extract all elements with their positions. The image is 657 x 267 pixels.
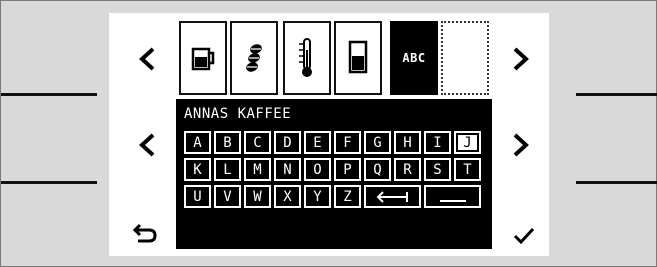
thermometer-icon (299, 38, 312, 77)
back-arrow-icon (132, 223, 157, 243)
key-f[interactable]: F (334, 131, 361, 154)
side-divider-right-top (576, 93, 657, 96)
key-h[interactable]: H (394, 131, 421, 154)
chevron-left-icon (139, 47, 155, 71)
key-p[interactable]: P (334, 158, 361, 181)
checkmark-icon (513, 227, 535, 245)
key-g[interactable]: G (364, 131, 391, 154)
key-u[interactable]: U (184, 185, 211, 208)
tab-fill-level[interactable] (334, 21, 382, 95)
key-enter[interactable] (364, 185, 421, 208)
key-next-button[interactable] (501, 125, 541, 165)
key-prev-button[interactable] (127, 125, 167, 165)
tab-text-entry[interactable]: ABC (390, 21, 438, 95)
key-e[interactable]: E (304, 131, 331, 154)
key-r[interactable]: R (394, 158, 421, 181)
beans-icon (246, 44, 262, 72)
key-a[interactable]: A (184, 131, 211, 154)
entry-text: ANNAS KAFFEE (184, 106, 292, 122)
key-j[interactable]: J (454, 131, 481, 154)
chevron-right-icon (513, 47, 529, 71)
fill-level-icon (348, 40, 368, 74)
confirm-button[interactable] (504, 215, 544, 255)
cup-icon (191, 47, 215, 71)
key-k[interactable]: K (184, 158, 211, 181)
key-z[interactable]: Z (334, 185, 361, 208)
side-divider-left-top (1, 93, 97, 96)
chevron-right-icon (513, 133, 529, 157)
tab-prev-button[interactable] (127, 39, 167, 79)
tab-beans[interactable] (230, 21, 278, 95)
keyboard-row-2: K L M N O P Q R S T (184, 158, 484, 181)
keyboard-display: ANNAS KAFFEE A B C D E F G H I J K L M N… (176, 99, 492, 249)
tab-cup[interactable] (179, 21, 227, 95)
key-space[interactable] (424, 185, 481, 208)
tab-next-button[interactable] (501, 39, 541, 79)
key-v[interactable]: V (214, 185, 241, 208)
key-w[interactable]: W (244, 185, 271, 208)
key-l[interactable]: L (214, 158, 241, 181)
side-divider-right-bottom (576, 181, 657, 184)
space-icon (439, 199, 466, 202)
tab-temperature[interactable] (283, 21, 331, 95)
chevron-left-icon (139, 133, 155, 157)
tab-text-entry-label: ABC (402, 51, 426, 65)
back-button[interactable] (125, 213, 165, 253)
tab-empty[interactable] (441, 21, 489, 95)
enter-arrow-icon (376, 190, 408, 203)
key-i[interactable]: I (424, 131, 451, 154)
key-t[interactable]: T (454, 158, 481, 181)
key-d[interactable]: D (274, 131, 301, 154)
key-y[interactable]: Y (304, 185, 331, 208)
key-m[interactable]: M (244, 158, 271, 181)
key-o[interactable]: O (304, 158, 331, 181)
key-b[interactable]: B (214, 131, 241, 154)
screen-frame: ABC ANNAS KAFFEE A B C D E F G H I J K L… (0, 0, 657, 267)
key-q[interactable]: Q (364, 158, 391, 181)
keyboard-row-1: A B C D E F G H I J (184, 131, 484, 154)
side-divider-left-bottom (1, 181, 97, 184)
key-n[interactable]: N (274, 158, 301, 181)
key-x[interactable]: X (274, 185, 301, 208)
keyboard-row-3: U V W X Y Z (184, 185, 484, 208)
key-c[interactable]: C (244, 131, 271, 154)
keyboard: A B C D E F G H I J K L M N O P Q R S T … (184, 131, 484, 212)
key-s[interactable]: S (424, 158, 451, 181)
